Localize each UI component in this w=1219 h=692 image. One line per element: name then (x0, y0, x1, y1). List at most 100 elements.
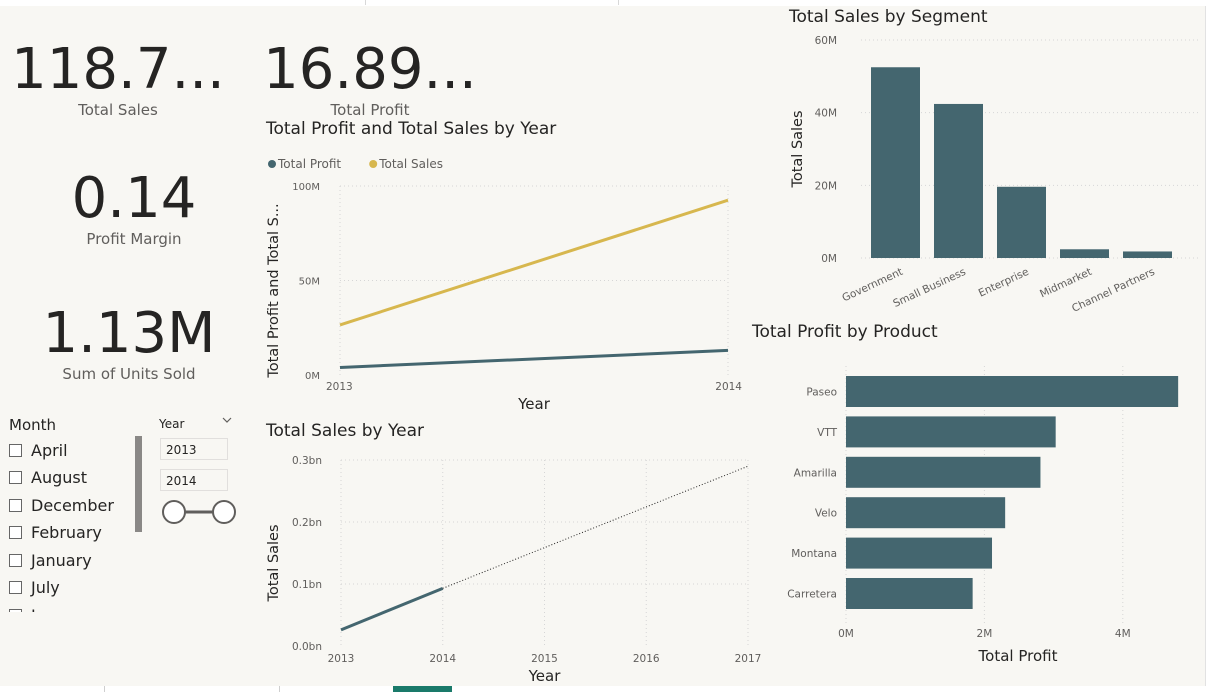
slider-end-handle[interactable] (212, 500, 236, 524)
y-tick-label: 60M (815, 35, 837, 47)
month-option[interactable]: December (9, 495, 114, 515)
profit-by-product-chart-title: Total Profit by Product (752, 322, 938, 342)
y-tick-label: 0.1bn (292, 579, 322, 591)
bar[interactable] (846, 537, 993, 569)
x-tick-label: 2013 (326, 381, 353, 393)
slider-start-handle[interactable] (162, 500, 186, 524)
card-label: Total Profit (330, 101, 410, 119)
y-tick-label: VTT (817, 427, 837, 439)
bar[interactable] (846, 497, 1006, 529)
profit-sales-chart-title: Total Profit and Total Sales by Year (266, 119, 557, 139)
month-option-label: February (31, 523, 102, 542)
x-tick-label: 2013 (328, 653, 355, 665)
month-option-label: April (31, 440, 68, 460)
y-tick-label: 40M (815, 108, 837, 120)
x-tick-label: Midmarket (1038, 266, 1094, 301)
y-tick-label: 0.3bn (292, 455, 322, 467)
legend-label[interactable]: Total Profit (277, 157, 341, 171)
y-tick-label: Carretera (787, 589, 837, 601)
checkbox[interactable] (9, 471, 22, 484)
y-tick-label: 0M (305, 371, 320, 382)
bar[interactable] (846, 456, 1041, 488)
chevron-down-icon[interactable] (222, 415, 232, 428)
y-tick-label: 100M (292, 182, 320, 193)
top-tab-strip (0, 0, 366, 5)
month-option[interactable]: July (9, 578, 60, 598)
y-tick-label: 0M (821, 253, 837, 265)
month-option[interactable]: August (9, 468, 87, 488)
legend-marker (369, 160, 378, 168)
y-tick-label: Montana (791, 548, 837, 560)
month-option[interactable]: June (9, 605, 66, 612)
month-option-label: July (31, 578, 60, 597)
x-tick-label: Enterprise (977, 266, 1031, 300)
bar[interactable] (1123, 251, 1172, 258)
checkbox[interactable] (9, 581, 22, 594)
page-tab[interactable] (104, 686, 279, 692)
month-option[interactable]: April (9, 440, 68, 460)
y-axis-title: Total Profit and Total S... (266, 203, 282, 378)
x-axis-title: Year (528, 667, 562, 684)
bar[interactable] (871, 67, 920, 258)
y-axis-title: Total Sales (790, 110, 806, 188)
checkbox[interactable] (9, 553, 22, 567)
x-tick-label: 4M (1115, 628, 1131, 640)
bar[interactable] (846, 376, 1179, 407)
bar[interactable] (846, 578, 973, 609)
card-value: 16.89... (263, 37, 477, 102)
report-canvas: 118.7... Total Sales 16.89... Total Prof… (0, 6, 1205, 686)
top-tab-strip (366, 0, 619, 5)
profit-sales-line-chart[interactable]: Total Profit Total Sales 0M 50M 100M 2013 2014… (260, 146, 760, 411)
year-slicer-title: Year (159, 417, 185, 431)
month-option[interactable]: February (9, 523, 102, 543)
month-slicer: April August December February January July Ju… (0, 6, 150, 612)
y-tick-label: Velo (815, 508, 837, 520)
y-axis-title: Total Sales (266, 524, 282, 602)
page-tab-active[interactable] (393, 686, 452, 692)
y-tick-label: 20M (815, 180, 837, 192)
checkbox[interactable] (9, 443, 22, 457)
month-option-label: December (31, 495, 114, 515)
series-line[interactable] (340, 586, 444, 632)
year-range-slider[interactable] (160, 498, 240, 526)
total-profit-card[interactable]: 16.89... Total Profit (260, 37, 480, 120)
trend-line (442, 465, 749, 589)
sales-by-year-chart-title: Total Sales by Year (266, 421, 425, 441)
x-tick-label: 2016 (633, 653, 660, 665)
y-tick-label: 0.2bn (292, 517, 322, 529)
bar[interactable] (997, 186, 1046, 258)
y-tick-label: 0.0bn (292, 641, 322, 653)
month-option[interactable]: January (9, 550, 92, 570)
month-option-label: August (31, 468, 87, 487)
bar[interactable] (1060, 249, 1109, 258)
vertical-scrollbar[interactable] (1205, 6, 1219, 692)
bar[interactable] (934, 103, 983, 259)
series-line[interactable] (339, 198, 729, 327)
x-tick-label: 2014 (715, 381, 742, 393)
legend-label[interactable]: Total Sales (378, 157, 443, 171)
x-tick-label: 2M (977, 628, 993, 640)
x-tick-label: 2014 (429, 653, 456, 665)
page-tab[interactable] (279, 686, 392, 692)
month-option-label: June (31, 606, 66, 613)
sales-by-segment-bar-chart[interactable]: 0M20M40M60MGovernmentSmall Business Enter… (780, 28, 1205, 328)
x-tick-label: 2015 (531, 653, 558, 665)
year-end-input[interactable]: 2014 (160, 469, 228, 491)
x-axis-title: Total Profit (978, 647, 1058, 665)
x-tick-label: 0M (838, 628, 854, 640)
year-start-input[interactable]: 2013 (160, 438, 228, 460)
checkbox[interactable] (9, 608, 22, 612)
page-tabs-bar (0, 686, 1219, 692)
legend-marker (268, 160, 276, 168)
month-option-label: January (31, 550, 92, 570)
profit-by-product-bar-chart[interactable]: 0M 2M 4M Paseo VTT Amarilla Velo Montana Carrete… (750, 351, 1205, 666)
sales-by-segment-chart-title: Total Sales by Segment (789, 7, 988, 27)
checkbox[interactable] (9, 526, 22, 539)
checkbox[interactable] (9, 498, 22, 512)
series-line[interactable] (339, 348, 729, 369)
y-tick-label: 50M (299, 277, 320, 288)
month-slicer-scrollbar[interactable] (135, 436, 142, 532)
bar[interactable] (846, 416, 1056, 448)
sales-by-year-line-chart[interactable]: 0.0bn0.1bn0.2bn0.3bn2013 2014 2015 2016 2017… (260, 444, 770, 684)
y-tick-label: Amarilla (794, 467, 837, 479)
